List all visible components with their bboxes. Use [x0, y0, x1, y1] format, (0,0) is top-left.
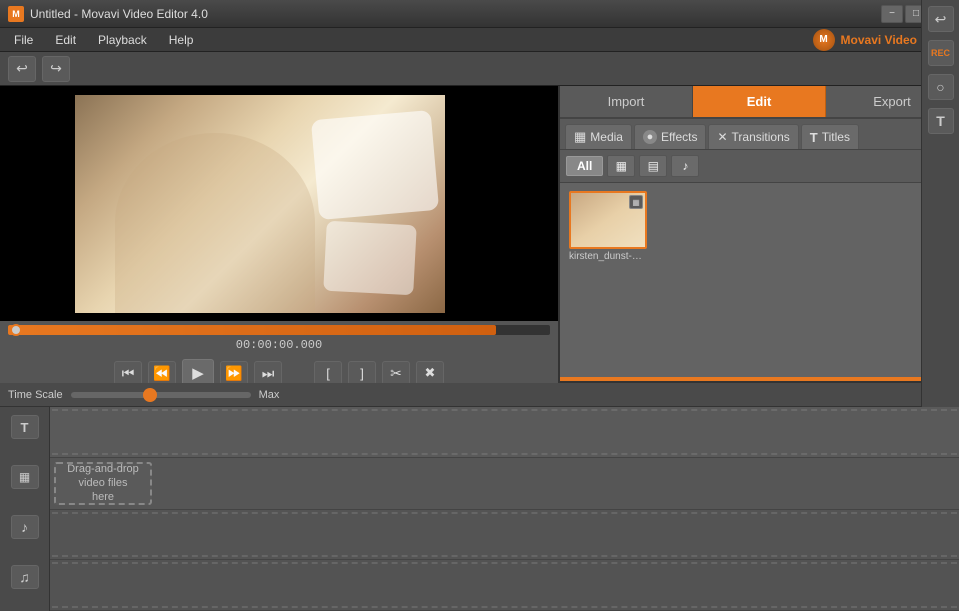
right-panel: Import Edit Export ▦ Media ● Effects ✕ T… [558, 86, 959, 381]
scrubber-fill [8, 325, 496, 335]
sub-tab-media-label: Media [590, 130, 623, 144]
sub-tab-effects-label: Effects [661, 130, 697, 144]
timescale-slider[interactable] [71, 392, 251, 398]
next-frame-button[interactable]: ⏩ [220, 361, 248, 385]
window-title: Untitled - Movavi Video Editor 4.0 [30, 7, 881, 21]
drop-zone-text: Drag-and-dropvideo fileshere [67, 462, 139, 505]
track-dashes-top-title [52, 409, 957, 415]
menu-help[interactable]: Help [159, 30, 204, 50]
media-thumbnail: ▦ [569, 191, 647, 249]
video-area [0, 86, 558, 321]
text-overlay-button[interactable]: T [928, 108, 954, 134]
timescale-max-label: Max [259, 389, 280, 401]
track-icon-audio1[interactable]: ♪ [11, 515, 39, 539]
track-row-audio2 [50, 560, 959, 611]
timeline-section: Time Scale Max T ▦ ♪ ♫ Drag-and-dropvide… [0, 381, 959, 611]
track-dashes-top-audio2 [52, 562, 957, 568]
video-preview [75, 95, 445, 313]
timescale-bar: Time Scale Max [0, 383, 959, 407]
cut-button[interactable]: ✂ [382, 361, 410, 385]
track-dashes-bottom-title [52, 449, 957, 455]
sub-tab-transitions[interactable]: ✕ Transitions [708, 124, 798, 149]
menu-edit[interactable]: Edit [45, 30, 86, 50]
track-dashes-bottom-audio2 [52, 602, 957, 608]
minimize-button[interactable]: − [881, 5, 903, 23]
filter-all-button[interactable]: All [566, 156, 603, 176]
media-icon: ▦ [574, 129, 586, 145]
top-tabs: Import Edit Export [560, 86, 959, 119]
rec-button[interactable]: REC [928, 40, 954, 66]
track-icon-audio2[interactable]: ♫ [11, 565, 39, 589]
scrubber-area [0, 321, 558, 335]
filter-video-button[interactable]: ▦ [607, 155, 635, 177]
track-area: Drag-and-dropvideo fileshere [50, 407, 959, 611]
left-panel: ↩ REC ○ T 00:00:00.000 ⏮ ⏪ ▶ ⏩ ⏭ [ ] ✂ [0, 86, 558, 381]
titles-icon: T [810, 130, 818, 145]
timescale-label: Time Scale [8, 389, 63, 401]
toolbar: ↩ ↪ [0, 52, 959, 86]
timescale-handle[interactable] [143, 388, 157, 402]
sub-tab-transitions-label: Transitions [732, 130, 790, 144]
redo-button[interactable]: ↪ [42, 56, 70, 82]
panel-bottom-border [560, 377, 959, 381]
menu-bar: File Edit Playback Help M Movavi Video E… [0, 28, 959, 52]
prev-start-button[interactable]: ⏮ [114, 361, 142, 385]
track-drop-zone[interactable]: Drag-and-dropvideo fileshere [54, 462, 152, 505]
out-point-button[interactable]: ] [348, 361, 376, 385]
title-bar: M Untitled - Movavi Video Editor 4.0 − □… [0, 0, 959, 28]
filter-image-button[interactable]: ▤ [639, 155, 667, 177]
sub-tab-titles-label: Titles [822, 130, 850, 144]
track-dashes-bottom-audio1 [52, 551, 957, 557]
app-icon: M [8, 6, 24, 22]
media-video-indicator: ▦ [629, 195, 643, 209]
media-grid: ▦ kirsten_dunst-001-thu... [560, 183, 959, 377]
menu-file[interactable]: File [4, 30, 43, 50]
menu-playback[interactable]: Playback [88, 30, 157, 50]
in-point-button[interactable]: [ [314, 361, 342, 385]
media-item[interactable]: ▦ kirsten_dunst-001-thu... [568, 191, 648, 262]
sub-tab-media[interactable]: ▦ Media [565, 124, 632, 149]
circle-button[interactable]: ○ [928, 74, 954, 100]
transitions-icon: ✕ [717, 130, 727, 144]
track-row-video[interactable]: Drag-and-dropvideo fileshere [50, 458, 959, 510]
undo-button[interactable]: ↩ [8, 56, 36, 82]
scrubber-handle[interactable] [10, 324, 22, 336]
filter-bar: All ▦ ▤ ♪ [560, 150, 959, 183]
timeline-tracks: T ▦ ♪ ♫ Drag-and-dropvideo fileshere [0, 407, 959, 611]
sub-tab-effects[interactable]: ● Effects [634, 124, 706, 149]
track-row-audio1 [50, 510, 959, 561]
track-dashes-top-audio1 [52, 512, 957, 518]
sub-tab-titles[interactable]: T Titles [801, 124, 859, 149]
time-display: 00:00:00.000 [0, 335, 558, 355]
track-icon-video[interactable]: ▦ [11, 465, 39, 489]
filter-audio-button[interactable]: ♪ [671, 155, 699, 177]
effects-icon: ● [643, 130, 657, 144]
tab-import[interactable]: Import [560, 86, 693, 117]
track-row-title [50, 407, 959, 458]
delete-button[interactable]: ✖ [416, 361, 444, 385]
main-area: ↩ REC ○ T 00:00:00.000 ⏮ ⏪ ▶ ⏩ ⏭ [ ] ✂ [0, 86, 959, 381]
tab-edit[interactable]: Edit [693, 86, 826, 117]
media-item-label: kirsten_dunst-001-thu... [569, 251, 647, 262]
prev-frame-button[interactable]: ⏪ [148, 361, 176, 385]
scrubber-track[interactable] [8, 325, 550, 335]
next-end-button[interactable]: ⏭ [254, 361, 282, 385]
track-icons: T ▦ ♪ ♫ [0, 407, 50, 611]
track-icon-title[interactable]: T [11, 415, 39, 439]
sub-tabs: ▦ Media ● Effects ✕ Transitions T Titles [560, 119, 959, 150]
movavi-logo-icon: M [813, 29, 835, 51]
undo-icon-button[interactable]: ↩ [928, 6, 954, 32]
